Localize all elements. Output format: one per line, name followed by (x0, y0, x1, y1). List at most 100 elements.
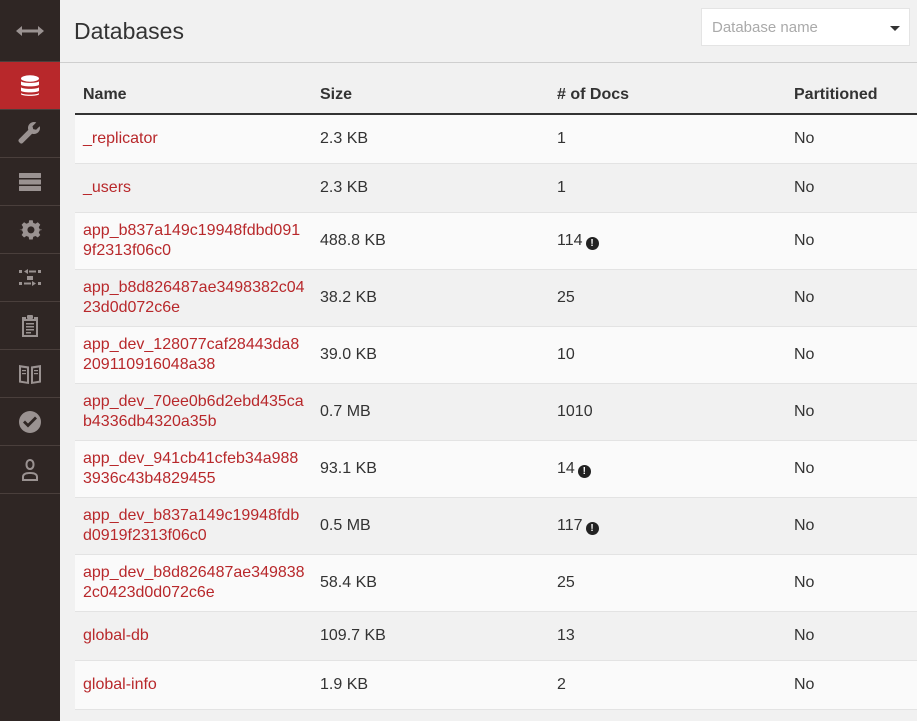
db-docs-count: 117 (557, 516, 583, 534)
db-name-cell: app_dev_941cb41cfeb34a9883936c43b4829455 (75, 440, 320, 498)
db-size-cell: 488.8 KB (320, 212, 557, 270)
column-header-docs[interactable]: # of Docs (557, 63, 794, 115)
table-row: app_dev_941cb41cfeb34a9883936c43b4829455… (75, 440, 917, 498)
db-partitioned-cell: No (794, 660, 917, 710)
table-row: app_dev_70ee0b6d2ebd435cab4336db4320a35b… (75, 383, 917, 441)
db-size-cell: 0.5 MB (320, 497, 557, 555)
db-size-cell: 1.9 KB (320, 660, 557, 710)
page-title: Databases (74, 18, 184, 44)
db-size-cell: 93.1 KB (320, 440, 557, 498)
db-docs-cell: 114! (557, 212, 794, 270)
db-name-cell: app_dev_128077caf28443da8209110916048a38 (75, 326, 320, 384)
db-docs-cell: 1 (557, 114, 794, 164)
column-header-partitioned[interactable]: Partitioned (794, 63, 917, 115)
db-partitioned-cell: No (794, 611, 917, 661)
sidebar-item-setup[interactable] (0, 110, 60, 158)
db-link[interactable]: app_dev_941cb41cfeb34a9883936c43b4829455 (83, 449, 305, 489)
db-size-cell: 38.2 KB (320, 269, 557, 327)
db-link[interactable]: _users (83, 178, 305, 198)
db-size-cell: 0.7 MB (320, 383, 557, 441)
db-size-cell: 39.0 KB (320, 326, 557, 384)
db-name-cell: app_dev_b837a149c19948fdbd0919f2313f06c0 (75, 497, 320, 555)
db-link[interactable]: app_b8d826487ae3498382c0423d0d072c6e (83, 278, 305, 318)
clipboard-icon (22, 314, 38, 337)
db-size-cell: 2.3 KB (320, 114, 557, 164)
table-row: global-info 1.9 KB 2 No (75, 660, 917, 710)
table-header-row: Name Size # of Docs Partitioned (75, 63, 917, 115)
db-link[interactable]: app_dev_128077caf28443da8209110916048a38 (83, 335, 305, 375)
db-link[interactable]: app_dev_b837a149c19948fdbd0919f2313f06c0 (83, 506, 305, 546)
check-circle-icon (19, 410, 41, 433)
db-size-cell: 2.3 KB (320, 163, 557, 213)
server-list-icon (19, 172, 41, 191)
gear-icon (19, 219, 42, 240)
db-name-cell: _users (75, 163, 320, 213)
database-name-select[interactable]: Database name (701, 8, 910, 46)
db-docs-count: 13 (557, 626, 575, 644)
db-docs-cell: 10 (557, 326, 794, 384)
db-link[interactable]: global-info (83, 675, 305, 695)
db-partitioned-cell: No (794, 212, 917, 270)
wrench-icon (18, 121, 40, 144)
db-docs-count: 1 (557, 178, 566, 196)
databases-table-container: Name Size # of Docs Partitioned _replica… (75, 63, 917, 710)
db-partitioned-cell: No (794, 383, 917, 441)
db-link[interactable]: app_dev_b8d826487ae3498382c0423d0d072c6e (83, 563, 305, 603)
db-partitioned-cell: No (794, 497, 917, 555)
db-docs-count: 25 (557, 573, 575, 591)
db-size-cell: 109.7 KB (320, 611, 557, 661)
db-docs-count: 1 (557, 129, 566, 147)
db-link[interactable]: app_b837a149c19948fdbd0919f2313f06c0 (83, 221, 305, 261)
column-header-name[interactable]: Name (75, 63, 320, 115)
db-docs-cell: 1 (557, 163, 794, 213)
db-link[interactable]: global-db (83, 626, 305, 646)
sidebar-toggle[interactable] (0, 0, 60, 62)
db-docs-count: 114 (557, 231, 583, 249)
db-docs-count: 1010 (557, 402, 593, 420)
warning-icon[interactable]: ! (577, 464, 591, 478)
db-partitioned-cell: No (794, 114, 917, 164)
warning-icon[interactable]: ! (585, 236, 599, 250)
db-partitioned-cell: No (794, 269, 917, 327)
column-header-size[interactable]: Size (320, 63, 557, 115)
sidebar-item-active-tasks[interactable] (0, 158, 60, 206)
db-partitioned-cell: No (794, 163, 917, 213)
sidebar-item-replication[interactable] (0, 254, 60, 302)
database-icon (21, 74, 39, 96)
db-name-cell: app_b8d826487ae3498382c0423d0d072c6e (75, 269, 320, 327)
databases-table: Name Size # of Docs Partitioned _replica… (75, 63, 917, 710)
page-header: Databases Database name (60, 0, 917, 63)
db-name-cell: global-info (75, 660, 320, 710)
sidebar-item-user[interactable] (0, 446, 60, 494)
db-name-cell: app_dev_b8d826487ae3498382c0423d0d072c6e (75, 554, 320, 612)
sidebar-item-databases[interactable] (0, 62, 60, 110)
db-docs-cell: 14! (557, 440, 794, 498)
db-name-cell: app_b837a149c19948fdbd0919f2313f06c0 (75, 212, 320, 270)
table-row: global-db 109.7 KB 13 No (75, 611, 917, 661)
sidebar-item-documentation-tasks[interactable] (0, 302, 60, 350)
sidebar-item-documentation[interactable] (0, 350, 60, 398)
db-docs-cell: 117! (557, 497, 794, 555)
db-docs-cell: 13 (557, 611, 794, 661)
db-docs-cell: 25 (557, 554, 794, 612)
sidebar-item-config[interactable] (0, 206, 60, 254)
db-partitioned-cell: No (794, 440, 917, 498)
db-docs-cell: 2 (557, 660, 794, 710)
warning-icon[interactable]: ! (585, 521, 599, 535)
table-row: app_dev_b837a149c19948fdbd0919f2313f06c0… (75, 497, 917, 555)
db-docs-count: 25 (557, 288, 575, 306)
db-link[interactable]: _replicator (83, 129, 305, 149)
sidebar-item-verify[interactable] (0, 398, 60, 446)
db-partitioned-cell: No (794, 326, 917, 384)
table-row: app_b8d826487ae3498382c0423d0d072c6e 38.2… (75, 269, 917, 327)
db-docs-count: 14 (557, 459, 575, 477)
table-row: app_b837a149c19948fdbd0919f2313f06c0 488.… (75, 212, 917, 270)
db-docs-count: 2 (557, 675, 566, 693)
db-link[interactable]: app_dev_70ee0b6d2ebd435cab4336db4320a35b (83, 392, 305, 432)
db-name-cell: _replicator (75, 114, 320, 164)
db-docs-cell: 1010 (557, 383, 794, 441)
db-size-cell: 58.4 KB (320, 554, 557, 612)
sidebar (0, 0, 60, 721)
caret-down-icon (890, 26, 900, 31)
table-row: app_dev_b8d826487ae3498382c0423d0d072c6e… (75, 554, 917, 612)
